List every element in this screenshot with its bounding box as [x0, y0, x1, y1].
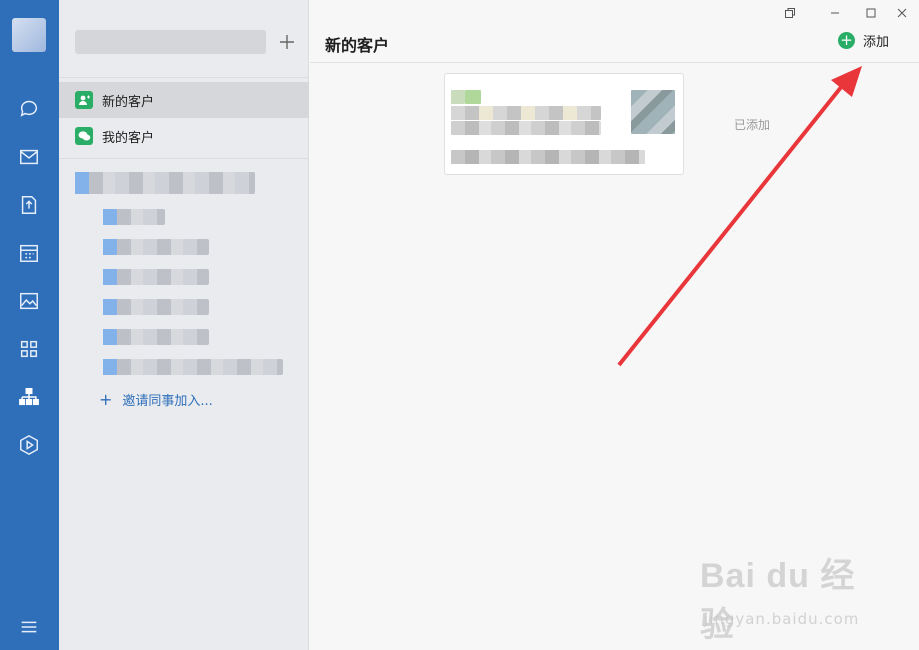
- main-header: 新的客户 + 添加: [310, 0, 919, 63]
- blurred-block: [465, 90, 481, 104]
- plus-icon: +: [99, 390, 113, 409]
- org-tree-node[interactable]: [103, 359, 283, 375]
- maximize-icon[interactable]: [862, 4, 880, 22]
- avatar: [631, 90, 675, 134]
- blurred-block: [451, 121, 601, 135]
- org-tree-node[interactable]: [103, 299, 209, 315]
- org-tree-node[interactable]: [103, 269, 209, 285]
- customer-card[interactable]: [444, 73, 684, 175]
- gallery-icon[interactable]: [15, 287, 43, 315]
- page-title: 新的客户: [325, 36, 390, 55]
- sidebar-item-new-customers[interactable]: 新的客户: [59, 82, 309, 118]
- apps-grid-icon[interactable]: [15, 335, 43, 363]
- org-tree-node[interactable]: [103, 209, 165, 225]
- org-tree-node[interactable]: [103, 329, 209, 345]
- document-icon[interactable]: [15, 191, 43, 219]
- calendar-icon[interactable]: [15, 239, 43, 267]
- close-icon[interactable]: [893, 4, 911, 22]
- add-label: 添加: [863, 35, 890, 50]
- mail-icon[interactable]: [15, 143, 43, 171]
- minimize-icon[interactable]: [826, 4, 844, 22]
- menu-icon[interactable]: [15, 613, 43, 641]
- add-button[interactable]: + 添加: [838, 31, 889, 50]
- pane-header: [59, 0, 309, 78]
- added-status: 已添加: [734, 118, 771, 132]
- blurred-block: [451, 106, 601, 120]
- search-input[interactable]: [75, 30, 266, 54]
- pin-window-icon[interactable]: [781, 4, 799, 22]
- wechat-icon: [75, 127, 93, 145]
- chat-icon[interactable]: [15, 94, 43, 122]
- sidebar-item-my-customers[interactable]: 我的客户: [59, 118, 309, 154]
- blurred-block: [451, 90, 465, 104]
- hexagon-play-icon[interactable]: [15, 431, 43, 459]
- org-tree-root[interactable]: [75, 172, 255, 194]
- divider: [59, 158, 309, 159]
- nav-rail: [0, 0, 59, 650]
- create-plus-icon[interactable]: [275, 30, 299, 54]
- main-panel: 新的客户 + 添加 已添加: [310, 0, 919, 650]
- sidebar-item-label: 新的客户: [102, 94, 155, 110]
- org-tree-node[interactable]: [103, 239, 209, 255]
- plus-circle-icon: +: [838, 32, 855, 49]
- org-chart-icon[interactable]: [15, 383, 43, 411]
- invite-label: 邀请同事加入...: [122, 394, 213, 409]
- add-contact-icon: [75, 91, 93, 109]
- sidebar-item-label: 我的客户: [102, 130, 155, 146]
- avatar[interactable]: [12, 18, 46, 52]
- invite-colleague-link[interactable]: + 邀请同事加入...: [99, 390, 213, 409]
- contacts-pane: 新的客户 我的客户 + 邀请同事加入...: [59, 0, 309, 650]
- blurred-block: [451, 150, 645, 164]
